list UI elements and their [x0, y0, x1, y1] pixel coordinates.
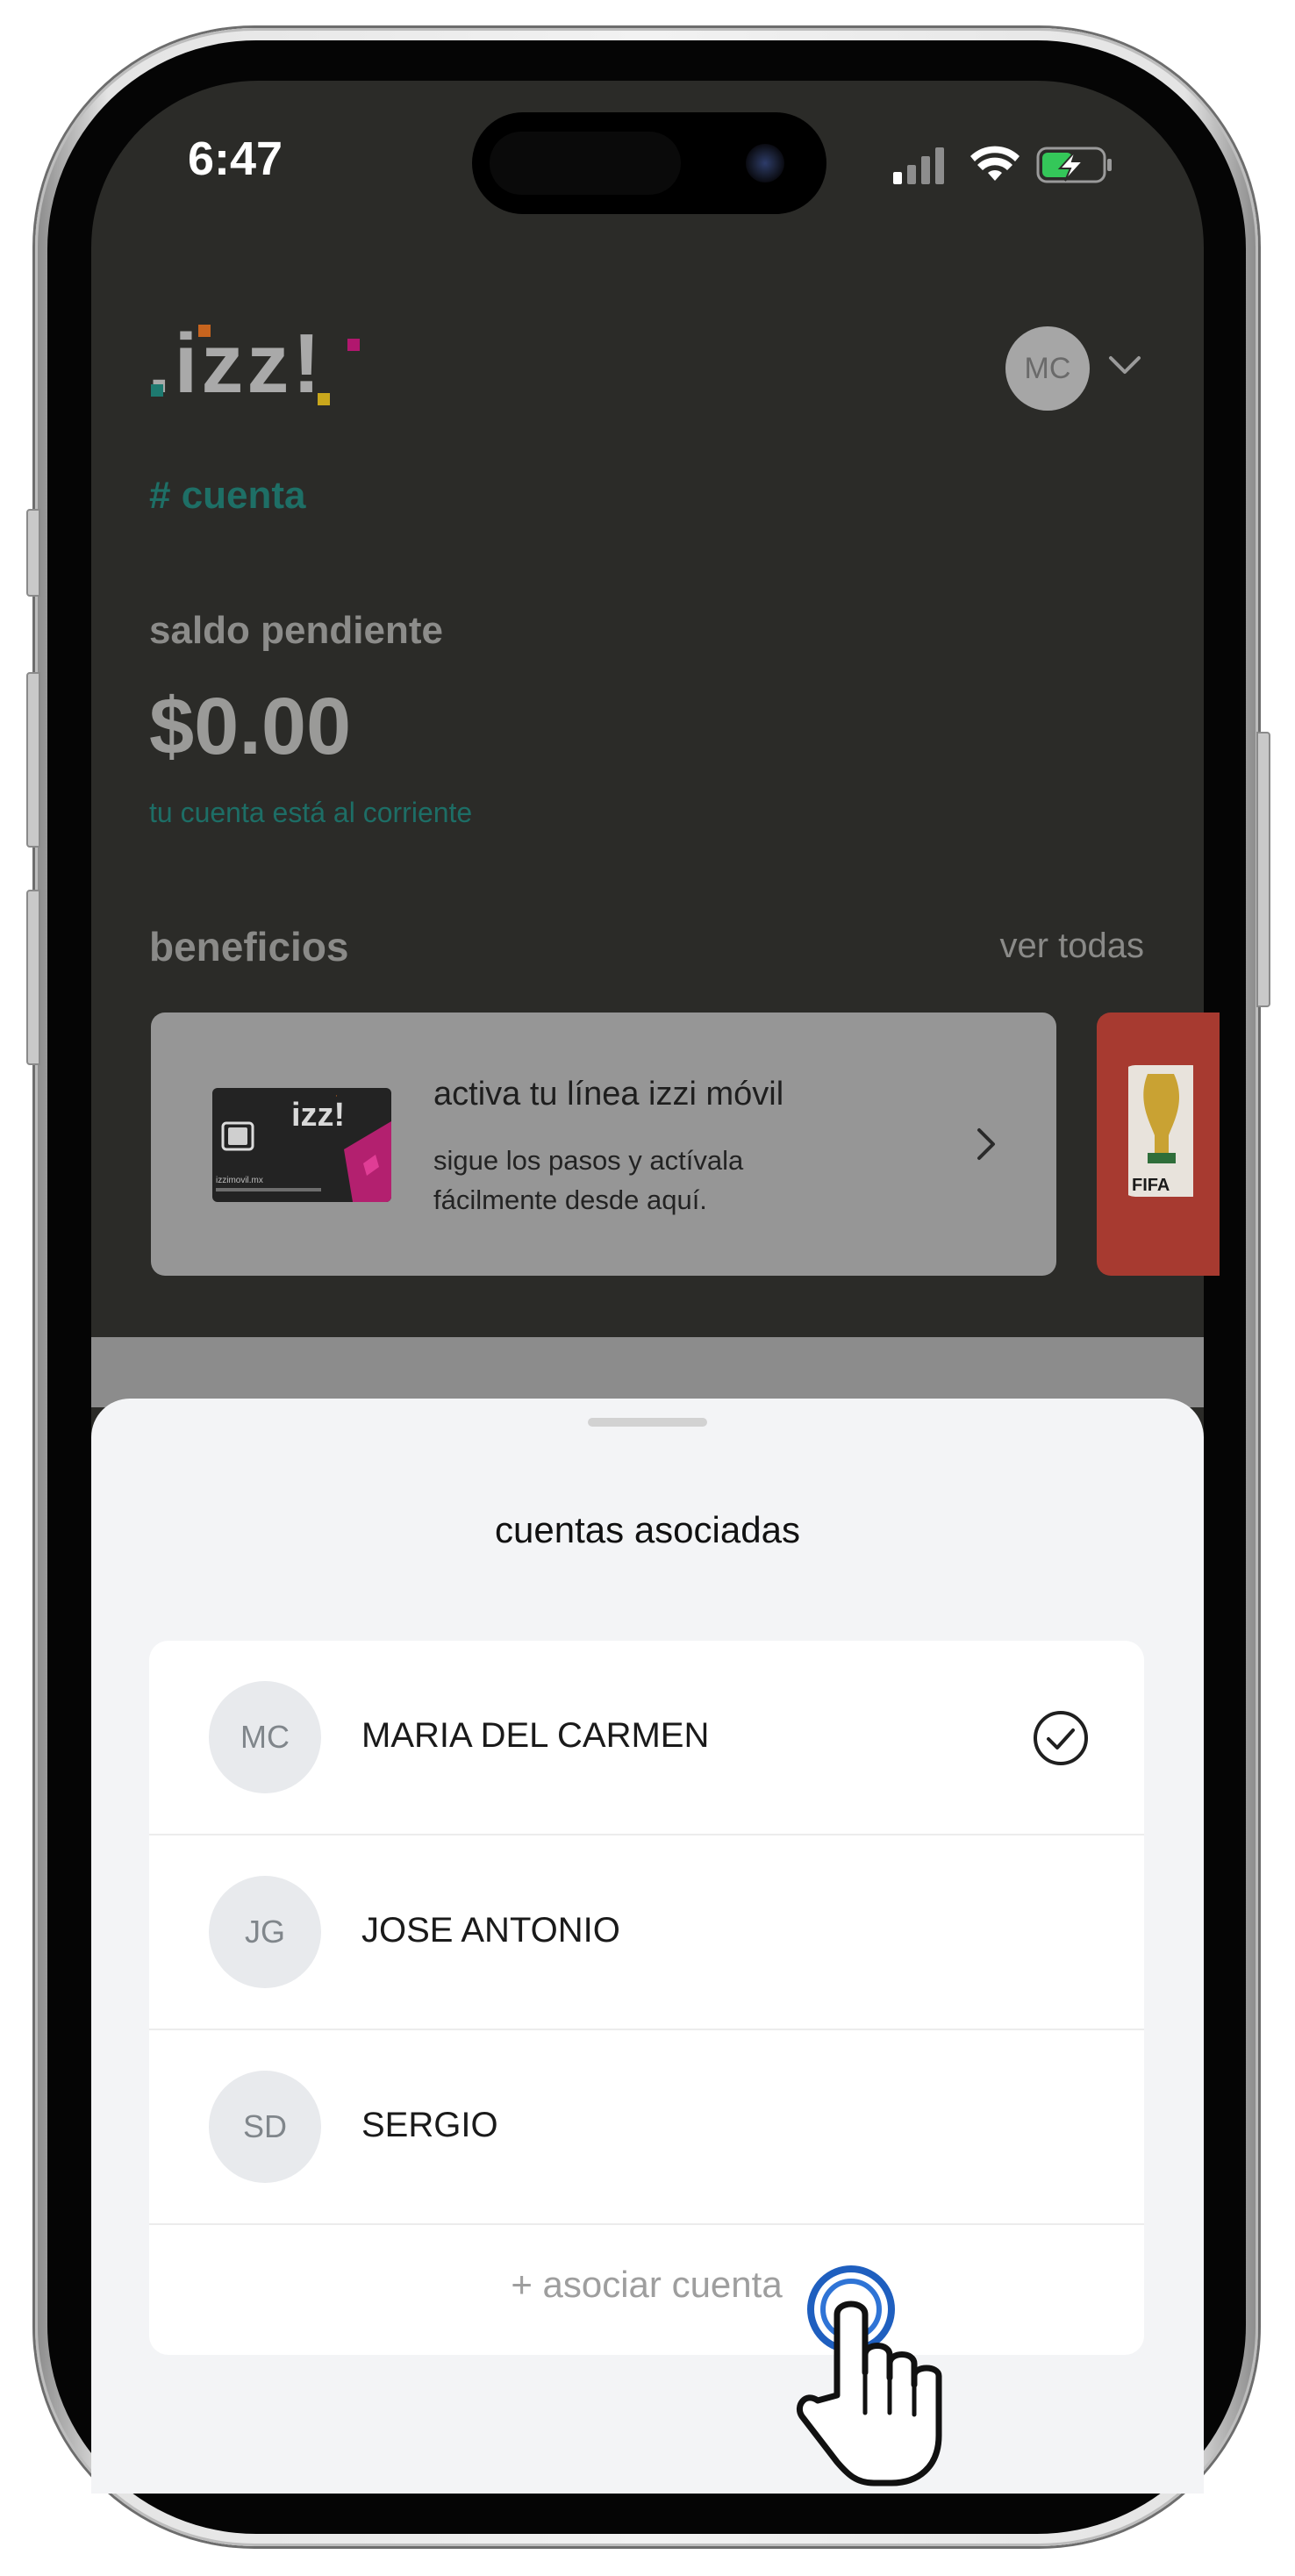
izzi-logo: .izz! [147, 316, 324, 412]
balance-status: tu cuenta está al corriente [149, 797, 473, 828]
account-row-maria[interactable]: MC MARIA DEL CARMEN [149, 1641, 1144, 1835]
battery-charging-icon [1036, 147, 1112, 183]
tap-pointer-hand-icon [790, 2264, 965, 2495]
benefit-card-description: sigue los pasos y actívala fácilmente de… [433, 1145, 744, 1215]
account-name: JOSE ANTONIO [361, 1911, 620, 1950]
side-button-volume-down [26, 890, 40, 1065]
add-account-button[interactable]: + asociar cuenta [149, 2220, 1144, 2351]
fifa-label: FIFA [1132, 1176, 1170, 1195]
account-row-jose[interactable]: JG JOSE ANTONIO [149, 1835, 1144, 2030]
status-icons [886, 142, 1132, 190]
benefits-title: beneficios [149, 924, 349, 970]
chevron-right-icon [974, 1125, 998, 1167]
balance-amount: $0.00 [149, 682, 352, 771]
sim-card-image: · izzimovil.mx izz! [212, 1088, 391, 1202]
benefit-card-title: activa tu línea izzi móvil [433, 1076, 784, 1113]
account-row-sergio[interactable]: SD SERGIO [149, 2030, 1144, 2225]
overlay-scrim [91, 1337, 1204, 1407]
cellular-signal-icon [893, 147, 944, 184]
section-tag: # cuenta [149, 474, 306, 517]
island-sensor-area [490, 132, 681, 195]
logo-dot-magenta [347, 339, 360, 351]
sim-logo-text: izz! [291, 1097, 346, 1134]
side-button-action [26, 509, 40, 597]
logo-dot-teal [151, 384, 163, 397]
wifi-icon [970, 146, 1020, 181]
sim-small-text: izzimovil.mx [216, 1176, 263, 1185]
chevron-down-icon[interactable] [1107, 353, 1142, 381]
logo-dot-orange [198, 325, 211, 337]
side-button-power [1256, 732, 1270, 1007]
account-name: SERGIO [361, 2106, 498, 2144]
see-all-link[interactable]: ver todas [999, 927, 1144, 966]
account-avatar: JG [209, 1876, 321, 1988]
logo-text: .izz! [147, 317, 325, 411]
accounts-list: MC MARIA DEL CARMEN JG JOSE ANTONIO SD S… [149, 1641, 1144, 2355]
benefit-card-fifa[interactable]: FIFA [1097, 1013, 1220, 1276]
benefit-card-activate-line[interactable]: · izzimovil.mx izz! activa tu línea izzi… [151, 1013, 1056, 1276]
side-button-volume-up [26, 672, 40, 848]
user-avatar[interactable]: MC [1005, 326, 1090, 411]
logo-dot-yellow [318, 393, 330, 405]
account-name: MARIA DEL CARMEN [361, 1716, 710, 1755]
accounts-bottom-sheet: cuentas asociadas MC MARIA DEL CARMEN JG… [91, 1399, 1204, 2494]
check-circle-icon [1032, 1709, 1090, 1771]
account-avatar: MC [209, 1681, 321, 1793]
front-camera-icon [746, 144, 784, 182]
balance-label: saldo pendiente [149, 609, 443, 652]
sheet-drag-handle[interactable] [588, 1418, 707, 1427]
account-avatar: SD [209, 2071, 321, 2183]
sheet-title: cuentas asociadas [495, 1509, 800, 1550]
dynamic-island [472, 112, 826, 214]
status-time: 6:47 [187, 132, 283, 185]
